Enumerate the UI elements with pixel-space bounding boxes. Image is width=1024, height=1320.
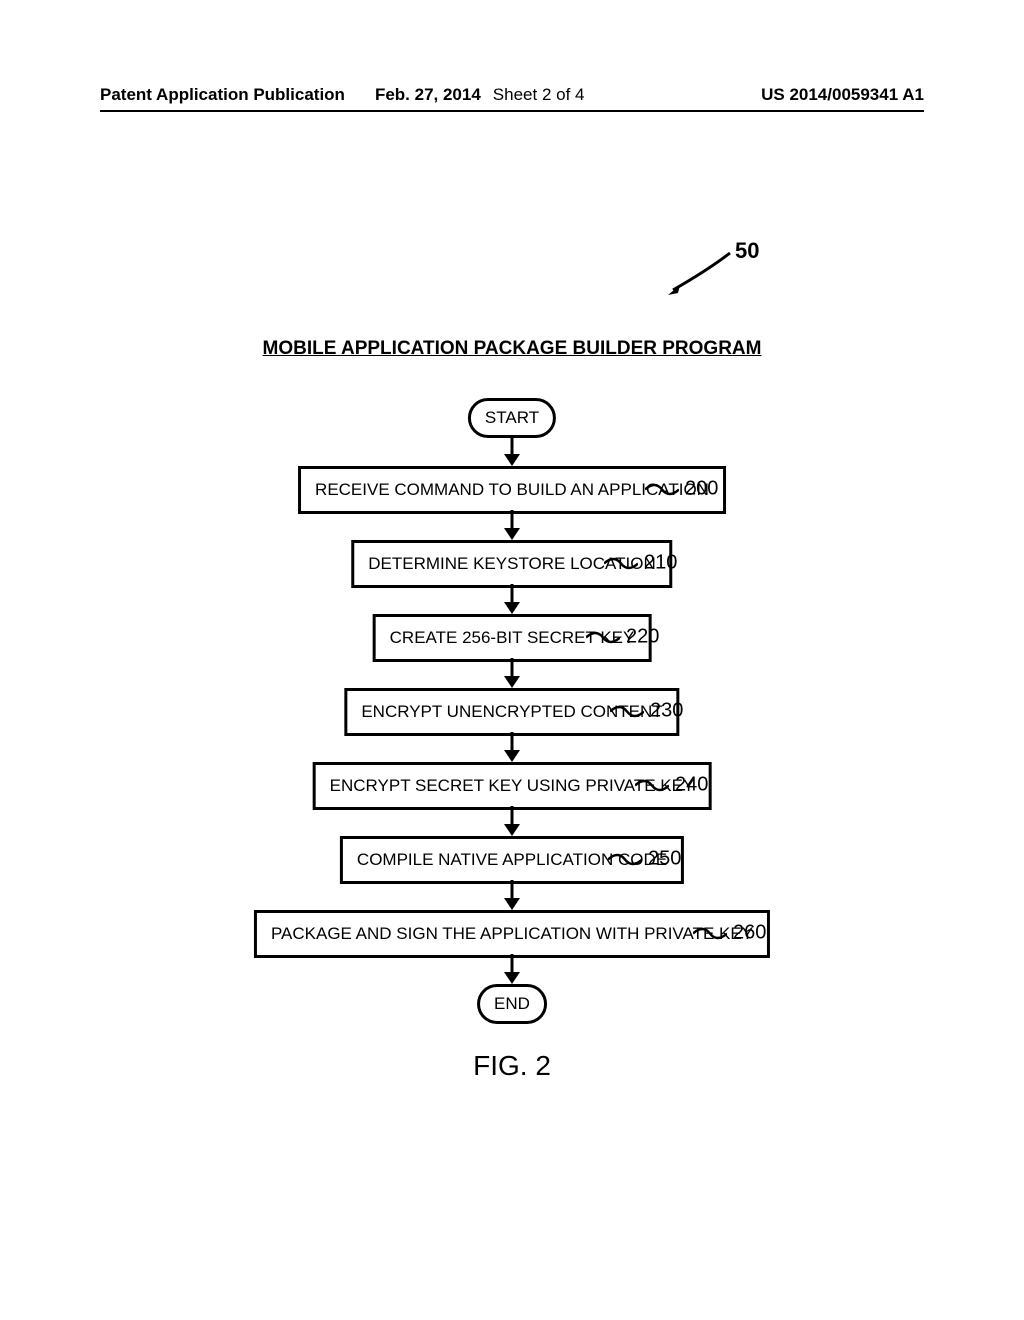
terminal-end-row: END: [0, 984, 1024, 1024]
page-header: Patent Application Publication Feb. 27, …: [100, 85, 924, 105]
step-row-200: RECEIVE COMMAND TO BUILD AN APPLICATION …: [0, 466, 1024, 512]
arrow-down-icon: [502, 880, 522, 912]
publication-label: Patent Application Publication: [100, 85, 345, 105]
step-ref-200: 200: [645, 478, 718, 501]
arrow-down-icon: [502, 806, 522, 838]
step-ref-label: 220: [626, 626, 659, 649]
callout-curve-icon: [635, 774, 669, 796]
step-ref-label: 260: [733, 922, 766, 945]
terminal-start-row: START: [0, 398, 1024, 438]
flowchart-diagram: MOBILE APPLICATION PACKAGE BUILDER PROGR…: [0, 338, 1024, 1082]
sheet-indicator: Sheet 2 of 4: [493, 85, 585, 105]
step-ref-250: 250: [608, 848, 681, 871]
publication-number: US 2014/0059341 A1: [761, 85, 924, 105]
arrow-down-icon: [502, 658, 522, 690]
step-ref-label: 200: [685, 478, 718, 501]
step-ref-label: 250: [648, 848, 681, 871]
callout-curve-icon: [645, 478, 679, 500]
step-ref-260: 260: [693, 922, 766, 945]
figure-reference-numeral: 50: [735, 238, 759, 264]
header-rule: [100, 110, 924, 112]
arrow-down-icon: [502, 510, 522, 542]
step-row-250: COMPILE NATIVE APPLICATION CODE 250: [0, 836, 1024, 882]
step-ref-label: 230: [650, 700, 683, 723]
callout-curve-icon: [604, 552, 638, 574]
step-ref-210: 210: [604, 552, 677, 575]
step-row-260: PACKAGE AND SIGN THE APPLICATION WITH PR…: [0, 910, 1024, 956]
step-row-210: DETERMINE KEYSTORE LOCATION 210: [0, 540, 1024, 586]
figure-caption: FIG. 2: [0, 1050, 1024, 1082]
step-ref-label: 210: [644, 552, 677, 575]
terminal-start: START: [468, 398, 556, 438]
step-row-240: ENCRYPT SECRET KEY USING PRIVATE KEY 240: [0, 762, 1024, 808]
step-ref-220: 220: [586, 626, 659, 649]
diagram-title: MOBILE APPLICATION PACKAGE BUILDER PROGR…: [0, 338, 1024, 360]
page: Patent Application Publication Feb. 27, …: [0, 0, 1024, 1320]
callout-curve-icon: [693, 922, 727, 944]
arrow-down-icon: [502, 584, 522, 616]
arrow-down-icon: [502, 732, 522, 764]
publication-date: Feb. 27, 2014: [375, 85, 481, 105]
step-ref-230: 230: [610, 700, 683, 723]
callout-curve-icon: [610, 700, 644, 722]
terminal-end: END: [477, 984, 547, 1024]
step-ref-240: 240: [635, 774, 708, 797]
step-row-230: ENCRYPT UNENCRYPTED CONTENT 230: [0, 688, 1024, 734]
step-ref-label: 240: [675, 774, 708, 797]
callout-curve-icon: [608, 848, 642, 870]
arrow-down-icon: [502, 436, 522, 468]
callout-curve-icon: [586, 626, 620, 648]
step-row-220: CREATE 256-BIT SECRET KEY 220: [0, 614, 1024, 660]
flowchart-body: START RECEIVE COMMAND TO BUILD AN APPLIC…: [0, 398, 1024, 1024]
arrow-down-icon: [502, 954, 522, 986]
